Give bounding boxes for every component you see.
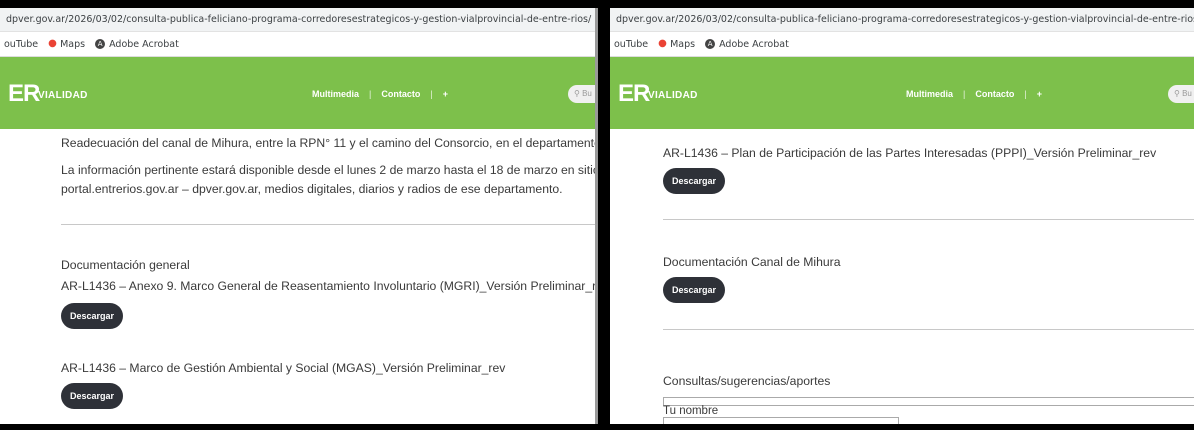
- document-title: AR-L1436 – Plan de Participación de las …: [663, 146, 1157, 160]
- url-text: dpver.gov.ar/2026/03/02/consulta-publica…: [616, 14, 1194, 25]
- name-input[interactable]: [663, 417, 899, 424]
- url-text: dpver.gov.ar/2026/03/02/consulta-publica…: [6, 14, 592, 25]
- bookmarks-bar: ouTube ● Maps A Adobe Acrobat: [0, 32, 595, 57]
- info-line-2: portal.entrerios.gov.ar – dpver.gov.ar, …: [61, 182, 563, 196]
- acrobat-icon: A: [705, 39, 716, 49]
- info-line-1: La información pertinente estará disponi…: [61, 163, 595, 177]
- nav-more[interactable]: +: [443, 89, 448, 99]
- address-bar[interactable]: dpver.gov.ar/2026/03/02/consulta-publica…: [610, 8, 1194, 32]
- nav-contacto[interactable]: Contacto: [975, 89, 1014, 99]
- site-logo-subtitle: VIALIDAD: [648, 90, 698, 101]
- bookmarks-bar: ouTube ● Maps A Adobe Acrobat: [610, 32, 1194, 57]
- search-icon: ⚲: [574, 89, 580, 98]
- right-browser-pane: dpver.gov.ar/2026/03/02/consulta-publica…: [610, 8, 1194, 424]
- acrobat-icon: A: [95, 39, 106, 49]
- form-title: Consultas/sugerencias/aportes: [663, 374, 831, 388]
- document-title: AR-L1436 – Anexo 9. Marco General de Rea…: [61, 279, 598, 293]
- download-button[interactable]: Descargar: [663, 277, 725, 303]
- site-header: ER VIALIDAD Multimedia | Contacto | + ⚲ …: [0, 57, 595, 129]
- nav-separator: |: [369, 89, 372, 99]
- nav-multimedia[interactable]: Multimedia: [312, 89, 359, 99]
- intro-line: Readecuación del canal de Mihura, entre …: [61, 136, 598, 150]
- nav-separator: |: [1024, 89, 1027, 99]
- left-browser-pane: dpver.gov.ar/2026/03/02/consulta-publica…: [0, 8, 598, 424]
- form-field-top[interactable]: [663, 397, 1194, 406]
- site-logo-subtitle: VIALIDAD: [38, 90, 88, 101]
- bookmark-adobe-acrobat[interactable]: A Adobe Acrobat: [705, 39, 789, 50]
- download-button[interactable]: Descargar: [61, 383, 123, 409]
- main-nav: Multimedia | Contacto | +: [906, 89, 1042, 99]
- bookmark-youtube[interactable]: ouTube: [614, 39, 648, 50]
- map-pin-icon: ●: [48, 38, 57, 49]
- divider: [663, 219, 1194, 220]
- section-title-documentacion-general: Documentación general: [61, 258, 190, 272]
- name-label: Tu nombre: [663, 405, 719, 417]
- main-nav: Multimedia | Contacto | +: [312, 89, 448, 99]
- search-input[interactable]: ⚲ Bu: [568, 85, 595, 103]
- bookmark-maps[interactable]: ● Maps: [48, 39, 85, 50]
- search-icon: ⚲: [1174, 89, 1180, 98]
- nav-contacto[interactable]: Contacto: [381, 89, 420, 99]
- bookmark-youtube[interactable]: ouTube: [4, 39, 38, 50]
- section-title-documentacion-canal-de-mihura: Documentación Canal de Mihura: [663, 255, 841, 269]
- map-pin-icon: ●: [658, 38, 667, 49]
- divider: [61, 224, 595, 225]
- site-logo[interactable]: ER: [618, 80, 650, 108]
- nav-more[interactable]: +: [1037, 89, 1042, 99]
- site-logo[interactable]: ER: [8, 80, 40, 108]
- download-button[interactable]: Descargar: [663, 168, 725, 194]
- site-header: ER VIALIDAD Multimedia | Contacto | + ⚲ …: [610, 57, 1194, 129]
- bookmark-maps[interactable]: ● Maps: [658, 39, 695, 50]
- screenshot-frame: dpver.gov.ar/2026/03/02/consulta-publica…: [0, 0, 1194, 430]
- address-bar[interactable]: dpver.gov.ar/2026/03/02/consulta-publica…: [0, 8, 595, 32]
- divider: [663, 329, 1194, 330]
- download-button[interactable]: Descargar: [61, 303, 123, 329]
- nav-separator: |: [430, 89, 433, 99]
- document-title: AR-L1436 – Marco de Gestión Ambiental y …: [61, 361, 506, 375]
- nav-separator: |: [963, 89, 966, 99]
- search-input[interactable]: ⚲ Bu: [1168, 85, 1194, 103]
- bookmark-adobe-acrobat[interactable]: A Adobe Acrobat: [95, 39, 179, 50]
- nav-multimedia[interactable]: Multimedia: [906, 89, 953, 99]
